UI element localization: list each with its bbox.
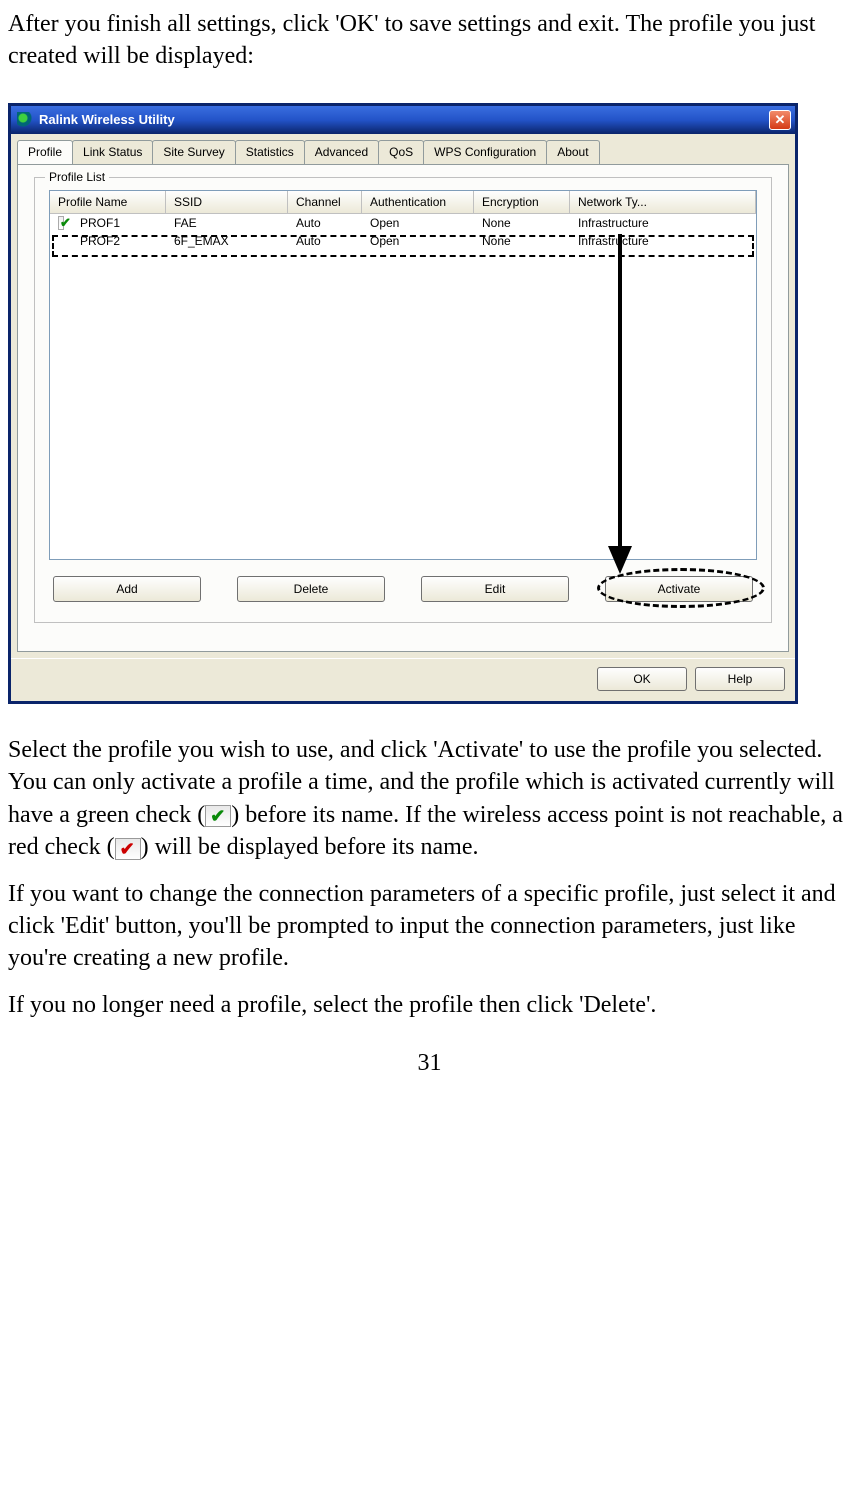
- cell-channel: Auto: [288, 215, 362, 231]
- tab-qos[interactable]: QoS: [378, 140, 424, 164]
- paragraph-4: If you no longer need a profile, select …: [8, 989, 851, 1021]
- cell-auth: Open: [362, 233, 474, 249]
- help-button[interactable]: Help: [695, 667, 785, 691]
- cell-profile-name: PROF1: [72, 215, 166, 231]
- tab-panel: Profile List Profile Name SSID Channel A…: [17, 164, 789, 652]
- paragraph-3: If you want to change the connection par…: [8, 878, 851, 975]
- intro-paragraph: After you finish all settings, click 'OK…: [8, 8, 851, 73]
- col-auth[interactable]: Authentication: [362, 191, 474, 213]
- tab-statistics[interactable]: Statistics: [235, 140, 305, 164]
- groupbox-label: Profile List: [45, 169, 109, 185]
- tabstrip: Profile Link Status Site Survey Statisti…: [11, 134, 795, 164]
- dialog-buttons: OK Help: [11, 658, 795, 701]
- app-icon: [17, 112, 33, 128]
- add-button[interactable]: Add: [53, 576, 201, 602]
- tab-link-status[interactable]: Link Status: [72, 140, 153, 164]
- table-row[interactable]: PROF2 6F_EMAX Auto Open None Infrastruct…: [50, 232, 756, 250]
- ralink-window: Ralink Wireless Utility ✕ Profile Link S…: [8, 103, 798, 704]
- ok-button[interactable]: OK: [597, 667, 687, 691]
- col-network-type[interactable]: Network Ty...: [570, 191, 756, 213]
- col-channel[interactable]: Channel: [288, 191, 362, 213]
- close-icon[interactable]: ✕: [769, 110, 791, 130]
- tab-site-survey[interactable]: Site Survey: [152, 140, 235, 164]
- text: ) will be displayed before its name.: [141, 834, 479, 860]
- cell-enc: None: [474, 233, 570, 249]
- titlebar: Ralink Wireless Utility ✕: [11, 106, 795, 134]
- tab-about[interactable]: About: [546, 140, 599, 164]
- tab-advanced[interactable]: Advanced: [304, 140, 379, 164]
- cell-net: Infrastructure: [570, 215, 756, 231]
- paragraph-2: Select the profile you wish to use, and …: [8, 734, 851, 864]
- window-title: Ralink Wireless Utility: [39, 111, 769, 129]
- col-encryption[interactable]: Encryption: [474, 191, 570, 213]
- listview-header: Profile Name SSID Channel Authentication…: [50, 191, 756, 214]
- activate-button[interactable]: Activate: [605, 576, 753, 602]
- col-profile-name[interactable]: Profile Name: [50, 191, 166, 213]
- green-check-icon: [205, 805, 231, 827]
- red-check-icon: [115, 838, 141, 860]
- cell-ssid: FAE: [166, 215, 288, 231]
- cell-channel: Auto: [288, 233, 362, 249]
- profile-list-groupbox: Profile List Profile Name SSID Channel A…: [34, 177, 772, 623]
- cell-profile-name: PROF2: [72, 233, 166, 249]
- table-row[interactable]: PROF1 FAE Auto Open None Infrastructure: [50, 214, 756, 232]
- profile-buttons-row: Add Delete Edit Activate: [49, 576, 757, 602]
- cell-net: Infrastructure: [570, 233, 756, 249]
- page-number: 31: [8, 1047, 851, 1079]
- edit-button[interactable]: Edit: [421, 576, 569, 602]
- active-check-icon: [50, 216, 72, 230]
- cell-ssid: 6F_EMAX: [166, 233, 288, 249]
- listview-rows: PROF1 FAE Auto Open None Infrastructure …: [50, 214, 756, 250]
- cell-enc: None: [474, 215, 570, 231]
- cell-auth: Open: [362, 215, 474, 231]
- tab-wps[interactable]: WPS Configuration: [423, 140, 547, 164]
- tab-profile[interactable]: Profile: [17, 140, 73, 164]
- col-ssid[interactable]: SSID: [166, 191, 288, 213]
- delete-button[interactable]: Delete: [237, 576, 385, 602]
- profile-listview[interactable]: Profile Name SSID Channel Authentication…: [49, 190, 757, 560]
